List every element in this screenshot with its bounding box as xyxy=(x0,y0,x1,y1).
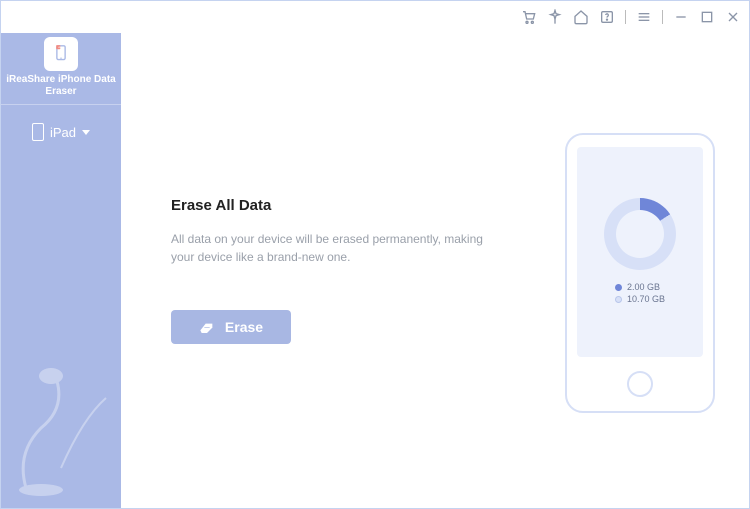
titlebar xyxy=(1,1,749,33)
chevron-down-icon xyxy=(82,130,90,135)
phone-home-button xyxy=(627,371,653,397)
tag-icon[interactable] xyxy=(547,9,563,25)
brand-title: iReaShare iPhone Data Eraser xyxy=(1,74,121,98)
erase-button-label: Erase xyxy=(225,319,263,335)
chart-legend: 2.00 GB 10.70 GB xyxy=(615,280,665,306)
menu-icon[interactable] xyxy=(636,9,652,25)
phone-screen: 2.00 GB 10.70 GB xyxy=(577,147,703,357)
separator xyxy=(625,10,626,24)
main-panel: Erase All Data All data on your device w… xyxy=(121,33,749,508)
sidebar: iOS iReaShare iPhone Data Eraser iPad xyxy=(1,33,121,508)
page-description: All data on your device will be erased p… xyxy=(171,230,501,266)
legend-row-used: 2.00 GB xyxy=(615,282,665,292)
svg-text:iOS: iOS xyxy=(58,47,62,49)
brand: iOS iReaShare iPhone Data Eraser xyxy=(1,33,121,105)
sidebar-decoration xyxy=(11,358,111,498)
separator xyxy=(662,10,663,24)
legend-dot-free xyxy=(615,296,622,303)
legend-row-free: 10.70 GB xyxy=(615,294,665,304)
donut-hole xyxy=(616,210,664,258)
page-heading: Erase All Data xyxy=(171,197,501,214)
device-icon xyxy=(32,123,44,141)
cart-icon[interactable] xyxy=(521,9,537,25)
minimize-icon[interactable] xyxy=(673,9,689,25)
legend-label-used: 2.00 GB xyxy=(627,282,660,292)
legend-label-free: 10.70 GB xyxy=(627,294,665,304)
device-label: iPad xyxy=(50,125,76,140)
home-icon[interactable] xyxy=(573,9,589,25)
phone-preview: 2.00 GB 10.70 GB xyxy=(565,133,715,413)
close-icon[interactable] xyxy=(725,9,741,25)
legend-dot-used xyxy=(615,284,622,291)
content: Erase All Data All data on your device w… xyxy=(171,197,501,344)
maximize-icon[interactable] xyxy=(699,9,715,25)
erase-button[interactable]: Erase xyxy=(171,310,291,344)
eraser-icon xyxy=(199,321,215,333)
device-dropdown[interactable]: iPad xyxy=(32,123,90,141)
storage-donut-chart xyxy=(604,198,676,270)
app-body: iOS iReaShare iPhone Data Eraser iPad Er… xyxy=(1,33,749,508)
help-icon[interactable] xyxy=(599,9,615,25)
brand-icon: iOS xyxy=(44,37,78,71)
